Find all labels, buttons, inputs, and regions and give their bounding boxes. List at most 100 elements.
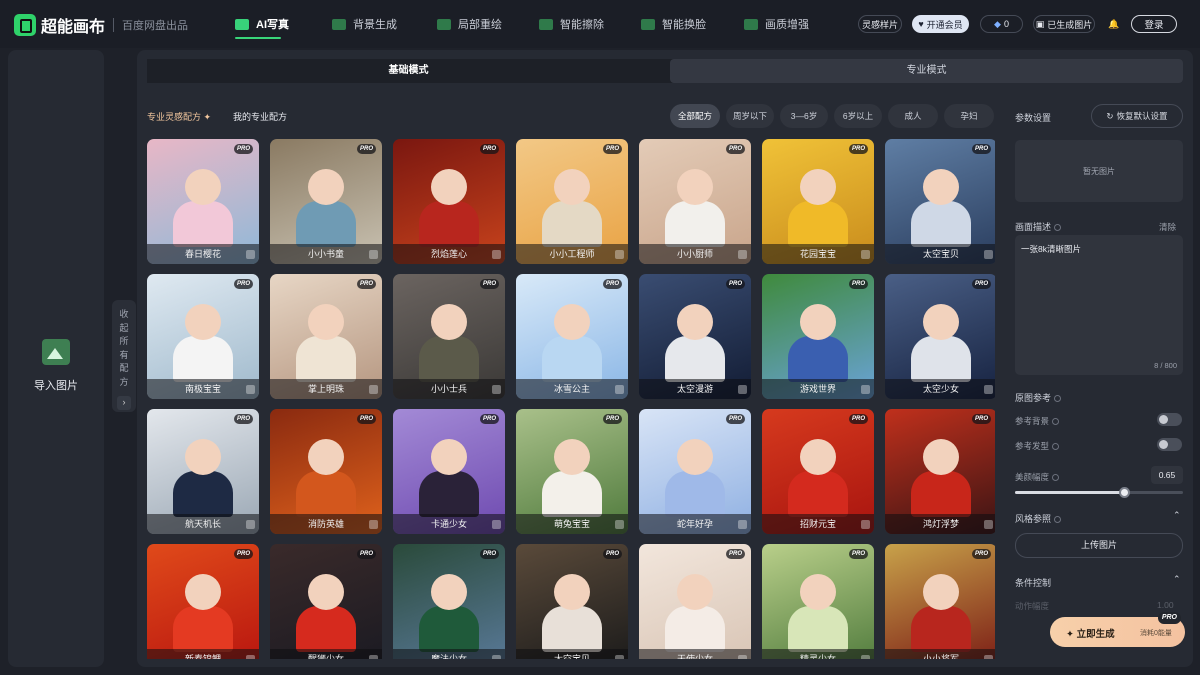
description-textarea[interactable]: 一张8k清晰图片 8 / 800 xyxy=(1015,235,1183,375)
nav-label: 画质增强 xyxy=(765,19,809,31)
recipe-card[interactable]: PRO 蛇年好孕 xyxy=(639,409,751,534)
recipe-card[interactable]: PRO 小小工程师 xyxy=(516,139,628,264)
recipe-card[interactable]: PRO 掌上明珠 xyxy=(270,274,382,399)
select-icon[interactable] xyxy=(492,250,501,259)
collapse-recipes-button[interactable]: 收 起 所 有 配 方 › xyxy=(112,300,136,412)
recipe-card[interactable]: PRO 卡通少女 xyxy=(393,409,505,534)
logo[interactable]: 超能画布 百度网盘出品 xyxy=(14,13,188,37)
chevron-up-icon[interactable]: ⌃ xyxy=(1173,574,1181,585)
select-icon[interactable] xyxy=(984,385,993,394)
recipe-card[interactable]: PRO 春日樱花 xyxy=(147,139,259,264)
select-icon[interactable] xyxy=(492,520,501,529)
beauty-value-field[interactable]: 0.65 xyxy=(1151,466,1183,484)
upload-image-button[interactable]: 上传图片 xyxy=(1015,533,1183,558)
recipe-card[interactable]: PRO 太空宝贝 xyxy=(516,544,628,659)
select-icon[interactable] xyxy=(615,385,624,394)
select-icon[interactable] xyxy=(369,250,378,259)
login-button[interactable]: 登录 xyxy=(1131,15,1177,33)
no-image-placeholder[interactable]: 暂无图片 xyxy=(1015,140,1183,202)
recipe-card[interactable]: PRO 小小士兵 xyxy=(393,274,505,399)
recipe-card[interactable]: PRO 魔法少女 xyxy=(393,544,505,659)
nav-ai-photo[interactable]: AI写真 xyxy=(219,0,297,48)
nav-erase[interactable]: 智能擦除 xyxy=(539,0,619,48)
recipe-card[interactable]: PRO 天使少女 xyxy=(639,544,751,659)
recipe-card[interactable]: PRO 烈焰莲心 xyxy=(393,139,505,264)
chip-all[interactable]: 全部配方 xyxy=(670,104,720,128)
generate-button[interactable]: ✦ 立即生成 消耗0能量 PRO xyxy=(1050,612,1185,647)
nav-face-swap[interactable]: 智能换脸 xyxy=(641,0,721,48)
recipe-card[interactable]: PRO 小小厨师 xyxy=(639,139,751,264)
select-icon[interactable] xyxy=(738,520,747,529)
tab-pro-mode[interactable]: 专业模式 xyxy=(670,59,1183,83)
nav-label: 智能擦除 xyxy=(560,19,604,31)
tab-pro-inspire[interactable]: 专业灵感配方 ✦ xyxy=(147,110,211,123)
select-icon[interactable] xyxy=(984,655,993,659)
clear-button[interactable]: 清除 xyxy=(1159,221,1176,233)
ref-bg-toggle[interactable] xyxy=(1157,413,1182,426)
select-icon[interactable] xyxy=(246,520,255,529)
reset-defaults-button[interactable]: ↻ 恢复默认设置 xyxy=(1091,104,1183,128)
nav-enhance[interactable]: 画质增强 xyxy=(744,0,824,48)
child-figure xyxy=(665,201,725,247)
select-icon[interactable] xyxy=(861,520,870,529)
nav-background[interactable]: 背景生成 xyxy=(332,0,412,48)
select-icon[interactable] xyxy=(984,520,993,529)
select-icon[interactable] xyxy=(246,385,255,394)
select-icon[interactable] xyxy=(615,520,624,529)
recipe-name: 消防英雄 xyxy=(307,519,344,529)
recipe-card[interactable]: PRO 小小书童 xyxy=(270,139,382,264)
vip-button[interactable]: ♥ 开通会员 xyxy=(912,15,969,33)
chip-under-one[interactable]: 周岁以下 xyxy=(726,104,774,128)
recipe-card[interactable]: PRO 消防英雄 xyxy=(270,409,382,534)
recipe-card[interactable]: PRO 鸿灯浮梦 xyxy=(885,409,995,534)
import-panel[interactable]: 导入图片 xyxy=(8,50,104,667)
generated-images-button[interactable]: ▣ 已生成图片 xyxy=(1033,15,1095,33)
ref-hair-label: 参考发型 xyxy=(1015,440,1060,452)
select-icon[interactable] xyxy=(615,250,624,259)
nav-inpaint[interactable]: 局部重绘 xyxy=(437,0,517,48)
recipe-card[interactable]: PRO 招财元宝 xyxy=(762,409,874,534)
beauty-slider[interactable] xyxy=(1015,487,1183,498)
recipe-card[interactable]: PRO 游戏世界 xyxy=(762,274,874,399)
recipe-card[interactable]: PRO 太空宝贝 xyxy=(885,139,995,264)
chip-3-6[interactable]: 3—6岁 xyxy=(780,104,828,128)
select-icon[interactable] xyxy=(492,385,501,394)
recipe-card[interactable]: PRO 太空漫游 xyxy=(639,274,751,399)
recipe-card[interactable]: PRO 新春锦鲤 xyxy=(147,544,259,659)
recipe-card[interactable]: PRO 花园宝宝 xyxy=(762,139,874,264)
select-icon[interactable] xyxy=(738,385,747,394)
recipe-card[interactable]: PRO 醒狮少女 xyxy=(270,544,382,659)
recipe-card[interactable]: PRO 太空少女 xyxy=(885,274,995,399)
recipe-card[interactable]: PRO 萌兔宝宝 xyxy=(516,409,628,534)
select-icon[interactable] xyxy=(738,250,747,259)
recipe-card[interactable]: PRO 冰雪公主 xyxy=(516,274,628,399)
chevron-up-icon[interactable]: ⌃ xyxy=(1173,510,1181,521)
select-icon[interactable] xyxy=(738,655,747,659)
chip-over-6[interactable]: 6岁以上 xyxy=(834,104,882,128)
tab-basic-mode[interactable]: 基础模式 xyxy=(147,59,670,83)
recipe-card[interactable]: PRO 南极宝宝 xyxy=(147,274,259,399)
tab-my-recipes[interactable]: 我的专业配方 xyxy=(233,110,287,123)
select-icon[interactable] xyxy=(615,655,624,659)
select-icon[interactable] xyxy=(369,655,378,659)
select-icon[interactable] xyxy=(369,385,378,394)
recipe-card[interactable]: PRO 精灵少女 xyxy=(762,544,874,659)
recipe-card[interactable]: PRO 小小将军 xyxy=(885,544,995,659)
inspire-button[interactable]: 灵感样片 xyxy=(858,15,902,33)
select-icon[interactable] xyxy=(369,520,378,529)
select-icon[interactable] xyxy=(246,250,255,259)
coins-counter[interactable]: ◆ 0 xyxy=(980,15,1023,33)
select-icon[interactable] xyxy=(246,655,255,659)
bell-icon[interactable]: 🔔 xyxy=(1106,15,1122,33)
beauty-slider-handle[interactable] xyxy=(1119,487,1131,498)
recipe-card[interactable]: PRO 航天机长 xyxy=(147,409,259,534)
select-icon[interactable] xyxy=(492,655,501,659)
chip-adult[interactable]: 成人 xyxy=(888,104,938,128)
chip-pregnant[interactable]: 孕妇 xyxy=(944,104,994,128)
select-icon[interactable] xyxy=(861,250,870,259)
select-icon[interactable] xyxy=(984,250,993,259)
ref-hair-toggle[interactable] xyxy=(1157,438,1182,451)
select-icon[interactable] xyxy=(861,655,870,659)
action-value[interactable]: 1.00 xyxy=(1157,600,1174,610)
select-icon[interactable] xyxy=(861,385,870,394)
